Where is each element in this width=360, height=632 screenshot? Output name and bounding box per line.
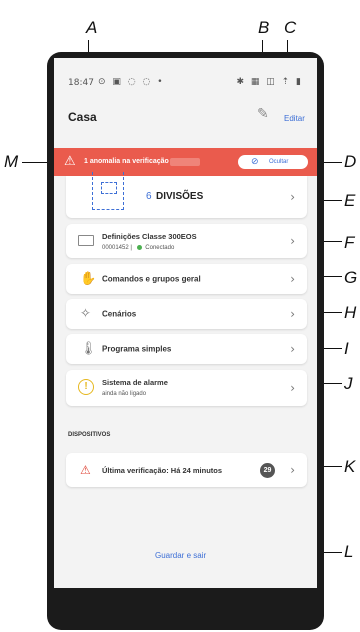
chevron-right-icon: › [290,234,295,248]
callout-a: A [86,18,98,37]
device-subtitle: 00001452 | Conectado [102,245,174,251]
callout-b: B [258,18,270,37]
menu-item-label: Cenários [102,309,137,319]
hand-icon: ✋ [80,271,97,287]
save-and-exit-button[interactable]: Guardar e sair [155,551,206,560]
device-title: Definições Classe 300EOS [102,232,197,241]
callout-l: L [344,542,354,561]
device-id: 00001452 [102,245,129,252]
status-bar: 18:47 ⊙ ▣ ◌ ◌ • ✱ ▦ ◫ ⇡ ▮ [54,74,317,94]
menu-item-commands[interactable]: ✋ Comandos e grupos geral › [66,264,307,294]
divisions-label: DIVISÕES [156,191,204,202]
edit-button[interactable]: Editar [284,114,305,123]
chevron-right-icon: › [290,381,295,395]
chevron-right-icon: › [290,190,295,204]
device-separator: | [130,245,132,252]
alarm-subtitle: ainda não ligado [102,391,147,397]
divisions-card[interactable]: 6 DIVISÕES › [66,172,307,218]
chevron-right-icon: › [290,307,295,321]
chevron-right-icon: › [290,463,295,477]
device-panel-icon [78,235,94,246]
alert-text: 1 anomalia na verificação [84,158,169,165]
alarm-title: Sistema de alarme [102,378,168,387]
callout-m: M [4,152,19,171]
alert-placeholder [170,158,200,166]
chevron-right-icon: › [290,272,295,286]
connected-dot-icon [136,245,142,250]
last-check-card[interactable]: ⚠ Última verificação: Há 24 minutos 29 › [66,453,307,487]
callout-h: H [344,303,357,322]
callout-c: C [284,18,297,37]
wand-icon: ✧ [80,306,91,322]
alarm-system-card[interactable]: ! Sistema de alarme ainda não ligado › [66,370,307,406]
devices-section-title: DISPOSITIVOS [68,432,111,438]
callout-e: E [344,191,356,210]
alarm-exclamation-icon: ! [78,379,94,395]
callout-f: F [344,233,355,252]
callout-k: K [344,457,356,476]
app-screen: 18:47 ⊙ ▣ ◌ ◌ • ✱ ▦ ◫ ⇡ ▮ Casa ✎ Editar … [54,58,317,588]
eye-slash-icon: ⊘ [251,157,259,167]
menu-item-label: Programa simples [102,344,172,354]
menu-item-simple-program[interactable]: 🌡 Programa simples › [66,334,307,364]
menu-item-scenarios[interactable]: ✧ Cenários › [66,299,307,329]
warning-icon: ⚠ [64,154,76,169]
callout-i: I [344,339,349,358]
hide-alert-button[interactable]: ⊘ Ocultar [238,155,308,169]
status-icons-left: ⊙ ▣ ◌ ◌ • [98,77,165,87]
chevron-right-icon: › [290,342,295,356]
divisions-count: 6 [146,191,152,202]
warning-icon: ⚠ [80,463,91,477]
menu-item-label: Comandos e grupos geral [102,274,201,284]
status-time: 18:47 [68,78,94,88]
page-title: Casa [68,110,97,124]
last-check-text: Última verificação: Há 24 minutos [102,466,223,475]
status-icons-right: ✱ ▦ ◫ ⇡ ▮ [236,77,303,87]
hide-label: Ocultar [269,159,289,165]
callout-g: G [344,268,358,287]
anomaly-count-badge: 29 [260,463,275,478]
device-settings-card[interactable]: Definições Classe 300EOS 00001452 | Cone… [66,224,307,258]
floorplan-icon [92,172,124,210]
callout-d: D [344,152,357,171]
thermometer-icon: 🌡 [80,341,97,357]
device-status: Conectado [145,245,175,252]
pencil-icon[interactable]: ✎ [257,106,269,122]
callout-j: J [344,374,353,393]
